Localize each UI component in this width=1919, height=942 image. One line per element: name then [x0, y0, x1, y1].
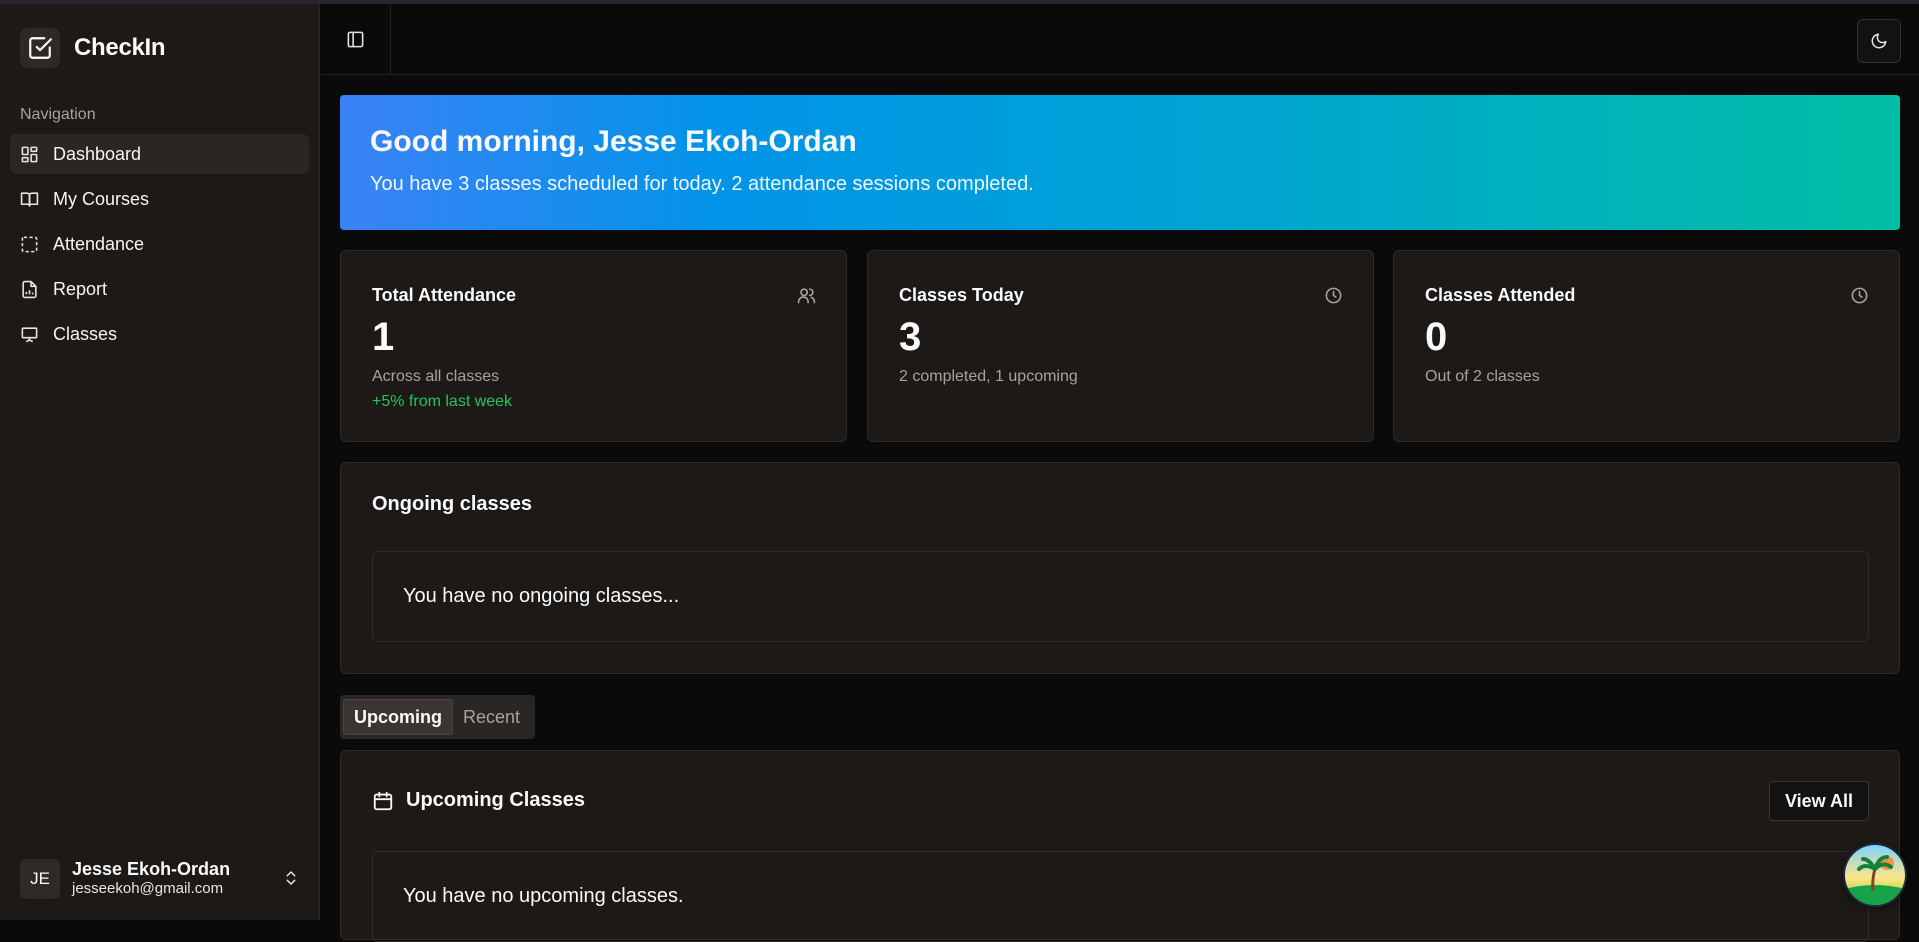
sidebar-item-label: Attendance	[53, 233, 145, 254]
check-square-icon	[20, 28, 60, 68]
dashed-square-icon	[21, 236, 38, 252]
sidebar-item-label: Report	[53, 278, 108, 299]
stat-trend: +5% from last week	[372, 393, 513, 410]
stat-value: 3	[899, 315, 922, 359]
tab-recent[interactable]: Recent	[453, 699, 530, 735]
theme-toggle-button[interactable]	[1857, 19, 1901, 63]
greeting-title: Good morning, Jesse Ekoh-Ordan	[370, 125, 857, 158]
top-bar	[321, 4, 1919, 75]
sidebar-item-dashboard[interactable]: Dashboard	[10, 134, 309, 174]
sidebar-item-report[interactable]: Report	[10, 269, 309, 309]
stat-card-classes-today: Classes Today 3 2 completed, 1 upcoming	[867, 250, 1374, 442]
sidebar-item-label: Classes	[53, 323, 118, 344]
clock-icon	[1851, 287, 1868, 304]
ongoing-empty-state: You have no ongoing classes...	[372, 551, 1869, 642]
stat-description: Across all classes	[372, 368, 500, 385]
moon-icon	[1871, 33, 1887, 49]
book-open-icon	[20, 191, 39, 207]
users-icon	[797, 288, 816, 304]
class-tabs: Upcoming Recent	[340, 695, 535, 739]
floating-assistant-button[interactable]	[1845, 845, 1905, 905]
stat-value: 0	[1425, 315, 1448, 359]
stat-card-total-attendance: Total Attendance 1 Across all classes +5…	[340, 250, 847, 442]
upcoming-classes-header: Upcoming Classes	[372, 789, 585, 812]
tab-upcoming[interactable]: Upcoming	[343, 699, 453, 735]
sidebar-item-label: Dashboard	[53, 143, 142, 164]
sidebar-item-label: My Courses	[53, 188, 150, 209]
stat-card-classes-attended: Classes Attended 0 Out of 2 classes	[1393, 250, 1900, 442]
brand[interactable]: CheckIn	[20, 28, 166, 68]
greeting-banner: Good morning, Jesse Ekoh-Ordan You have …	[340, 95, 1900, 230]
sidebar-toggle-button[interactable]	[321, 4, 391, 74]
panel-left-icon	[347, 31, 364, 47]
ongoing-classes-card: Ongoing classes You have no ongoing clas…	[340, 462, 1900, 674]
user-menu[interactable]: JE Jesse Ekoh-Ordan jesseekoh@gmail.com	[20, 857, 300, 901]
upcoming-classes-card: Upcoming Classes View All You have no up…	[340, 750, 1900, 942]
stat-title: Classes Today	[899, 285, 1024, 305]
stat-title: Classes Attended	[1425, 285, 1576, 305]
chevrons-up-down-icon	[286, 871, 296, 885]
clock-icon	[1325, 287, 1342, 304]
user-name: Jesse Ekoh-Ordan	[72, 859, 231, 879]
sidebar-item-attendance[interactable]: Attendance	[10, 224, 309, 264]
user-email: jesseekoh@gmail.com	[72, 880, 224, 897]
palm-tree-icon	[1845, 855, 1905, 905]
greeting-subtitle: You have 3 classes scheduled for today. …	[370, 173, 1034, 195]
presentation-icon	[21, 326, 38, 342]
nav-heading: Navigation	[20, 106, 96, 123]
file-chart-icon	[22, 280, 37, 298]
upcoming-empty-state: You have no upcoming classes.	[372, 851, 1869, 942]
calendar-icon	[373, 791, 393, 810]
sidebar-item-my-courses[interactable]: My Courses	[10, 179, 309, 219]
app-name: CheckIn	[74, 34, 166, 61]
sidebar-item-classes[interactable]: Classes	[10, 314, 309, 354]
stat-description: Out of 2 classes	[1425, 368, 1540, 385]
stat-description: 2 completed, 1 upcoming	[899, 368, 1078, 385]
ongoing-classes-title: Ongoing classes	[372, 493, 533, 515]
avatar: JE	[20, 859, 60, 899]
stat-title: Total Attendance	[372, 285, 517, 305]
view-all-button[interactable]: View All	[1768, 781, 1869, 821]
upcoming-classes-title: Upcoming Classes	[406, 789, 585, 811]
sidebar-nav: Dashboard My Courses Attendance Report C…	[10, 134, 309, 359]
sidebar: CheckIn Navigation Dashboard My Courses …	[0, 4, 320, 920]
layout-dashboard-icon	[21, 146, 38, 162]
stat-value: 1	[372, 315, 395, 359]
